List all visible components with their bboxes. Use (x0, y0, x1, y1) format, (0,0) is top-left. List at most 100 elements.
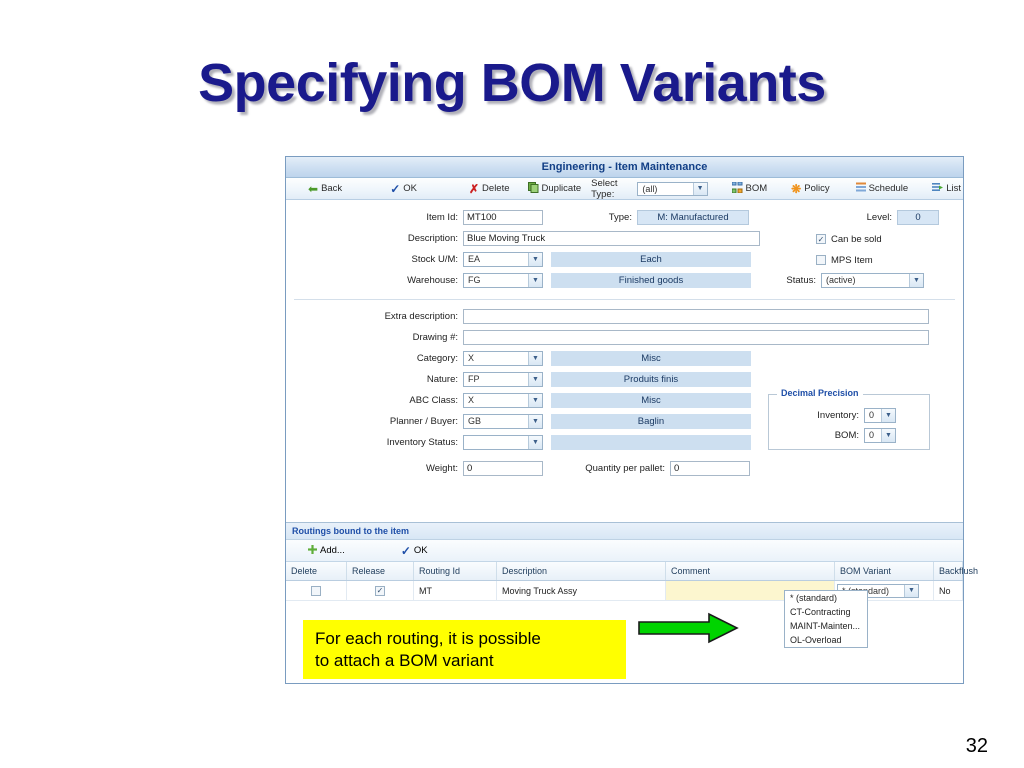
warehouse-dropdown[interactable]: FG ▼ (463, 272, 543, 288)
column-header-backflush[interactable]: Backflush (933, 562, 978, 581)
bom-variant-option-standard[interactable]: * (standard) (785, 591, 867, 605)
chevron-down-icon: ▼ (528, 351, 542, 365)
column-header-release[interactable]: Release (346, 562, 414, 581)
category-label: Category: (416, 352, 458, 364)
column-header-description[interactable]: Description (496, 562, 666, 581)
can-be-sold-group[interactable]: ✓ Can be sold (816, 231, 882, 247)
duplicate-icon (527, 181, 539, 196)
can-be-sold-checkbox[interactable]: ✓ (816, 234, 826, 244)
column-header-routing-id[interactable]: Routing Id (413, 562, 497, 581)
item-id-label: Item Id: (426, 211, 458, 223)
cell-delete[interactable]: ✓ (286, 580, 347, 601)
slide-number: 32 (965, 735, 988, 757)
cell-routing-id[interactable]: MT (413, 580, 497, 601)
bom-button[interactable]: BOM (726, 179, 774, 199)
nature-value: FP (468, 374, 480, 384)
drawing-field-group: Drawing #: (376, 329, 929, 345)
abc-class-value: X (468, 395, 475, 405)
stock-um-dropdown[interactable]: EA ▼ (463, 251, 543, 267)
category-description: Misc (551, 350, 751, 366)
extra-description-input[interactable] (463, 308, 929, 324)
ok-button[interactable]: ✓ OK (384, 179, 423, 199)
item-id-field-group: Item Id: MT100 (376, 209, 543, 225)
abc-class-label: ABC Class: (409, 394, 458, 406)
chevron-down-icon: ▼ (909, 273, 923, 287)
can-be-sold-label: Can be sold (831, 233, 882, 245)
decimal-precision-group: Decimal Precision Inventory: 0 ▼ BOM: 0 … (768, 388, 930, 450)
select-type-label: Select Type: (591, 177, 618, 200)
column-header-bom-variant[interactable]: BOM Variant (834, 562, 934, 581)
abc-class-description: Misc (551, 392, 751, 408)
select-type-dropdown[interactable]: (all) ▼ (637, 181, 708, 196)
row-delete-checkbox[interactable]: ✓ (311, 585, 321, 596)
cell-release[interactable]: ✓ (346, 580, 414, 601)
mps-item-checkbox[interactable]: ✓ (816, 255, 826, 265)
cell-backflush[interactable]: No (933, 580, 963, 601)
weight-field-group: Weight: 0 (376, 460, 543, 476)
nature-dropdown[interactable]: FP ▼ (463, 371, 543, 387)
item-form: Item Id: MT100 Type: M: Manufactured Lev… (286, 200, 963, 510)
bom-variant-options-list[interactable]: * (standard) CT-Contracting MAINT-Mainte… (784, 590, 868, 648)
status-value: (active) (826, 275, 856, 285)
stock-um-label: Stock U/M: (411, 253, 458, 265)
back-button[interactable]: ⬅ Back (302, 179, 348, 199)
delete-label: Delete (482, 183, 510, 194)
stock-um-field-group: Stock U/M: EA ▼ Each (376, 251, 751, 267)
column-header-delete[interactable]: Delete (286, 562, 347, 581)
form-divider (294, 299, 955, 300)
schedule-bars-icon (855, 182, 866, 196)
level-field-group: Level: 0 (844, 209, 939, 225)
bom-variant-option-ct[interactable]: CT-Contracting (785, 605, 867, 619)
schedule-button[interactable]: Schedule (850, 179, 915, 199)
status-dropdown[interactable]: (active) ▼ (821, 272, 924, 288)
dp-inventory-dropdown[interactable]: 0 ▼ (864, 407, 896, 423)
dp-bom-dropdown[interactable]: 0 ▼ (864, 427, 896, 443)
list-label: List (946, 183, 961, 194)
weight-label: Weight: (425, 462, 458, 474)
delete-button[interactable]: ✗ Delete (463, 179, 516, 199)
chevron-down-icon: ▼ (881, 408, 895, 422)
close-icon: ✗ (468, 181, 480, 196)
nature-description: Produits finis (551, 371, 751, 387)
category-dropdown[interactable]: X ▼ (463, 350, 543, 366)
bom-variant-option-maint[interactable]: MAINT-Mainten... (785, 619, 867, 633)
chevron-down-icon: ▼ (528, 252, 542, 266)
inventory-status-label: Inventory Status: (386, 436, 458, 448)
plus-icon (308, 544, 317, 557)
qty-pallet-input[interactable]: 0 (670, 460, 750, 476)
drawing-input[interactable] (463, 329, 929, 345)
policy-button[interactable]: ❋ Policy (785, 179, 835, 199)
window-titlebar: Engineering - Item Maintenance (286, 157, 963, 178)
abc-class-dropdown[interactable]: X ▼ (463, 392, 543, 408)
qty-pallet-label: Quantity per pallet: (585, 462, 665, 474)
item-id-input[interactable]: MT100 (463, 209, 543, 225)
inventory-status-field-group: Inventory Status: ▼ (376, 434, 751, 450)
bom-variant-option-ol[interactable]: OL-Overload (785, 633, 867, 647)
warehouse-description: Finished goods (551, 272, 751, 288)
ok-label: OK (403, 183, 417, 194)
column-header-comment[interactable]: Comment (665, 562, 835, 581)
cell-description[interactable]: Moving Truck Assy (496, 580, 666, 601)
inventory-status-dropdown[interactable]: ▼ (463, 434, 543, 450)
planner-dropdown[interactable]: GB ▼ (463, 413, 543, 429)
description-input[interactable]: Blue Moving Truck (463, 230, 760, 246)
duplicate-label: Duplicate (541, 183, 582, 194)
row-release-checkbox[interactable]: ✓ (375, 585, 385, 596)
page-title: Specifying BOM Variants (198, 53, 826, 113)
duplicate-button[interactable]: Duplicate (522, 179, 588, 199)
extra-description-field-group: Extra description: (376, 308, 929, 324)
weight-input[interactable]: 0 (463, 460, 543, 476)
qty-pallet-field-group: Quantity per pallet: 0 (567, 460, 750, 476)
policy-asterisk-icon: ❋ (791, 181, 802, 196)
back-arrow-icon: ⬅ (308, 181, 319, 196)
mps-item-group[interactable]: ✓ MPS Item (816, 252, 873, 268)
warehouse-value: FG (468, 275, 481, 285)
mps-item-label: MPS Item (831, 254, 873, 266)
routings-add-button[interactable]: Add... (302, 541, 351, 561)
stock-um-value: EA (468, 254, 481, 264)
decimal-precision-title: Decimal Precision (777, 388, 863, 398)
routings-ok-button[interactable]: ✓ OK (395, 541, 434, 561)
select-type-value: (all) (642, 183, 658, 194)
checkmark-icon: ✓ (390, 181, 401, 196)
list-button[interactable]: List (926, 179, 967, 199)
